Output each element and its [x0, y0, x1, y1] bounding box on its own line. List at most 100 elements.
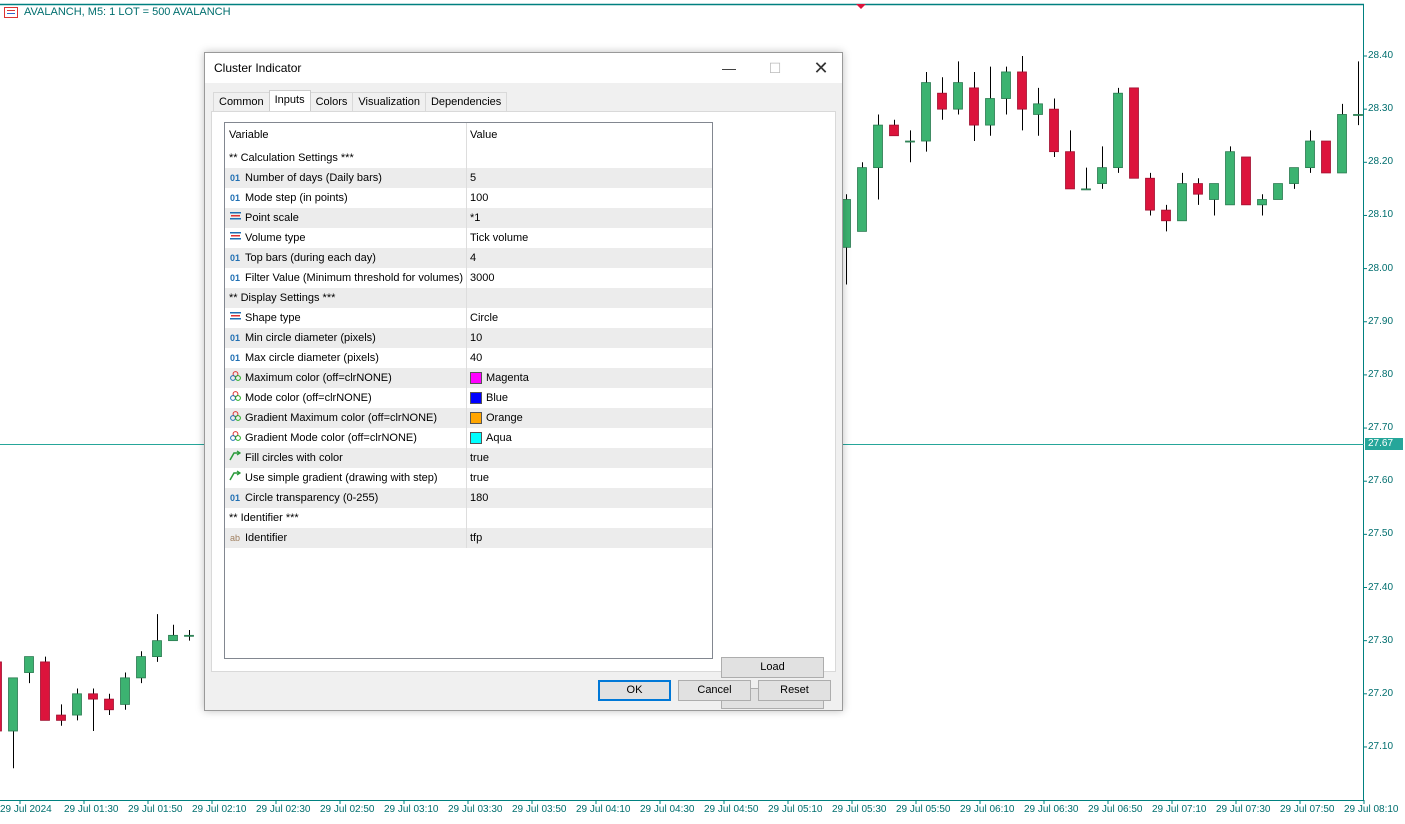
tab-visualization[interactable]: Visualization	[352, 92, 426, 111]
variable-cell: Gradient Maximum color (off=clrNONE)	[225, 408, 467, 428]
price-label: 27.70	[1368, 422, 1394, 434]
reset-button[interactable]: Reset	[758, 680, 831, 701]
variable-value[interactable]: *1	[470, 208, 480, 228]
input-row[interactable]: 01 Min circle diameter (pixels) 10	[225, 328, 712, 348]
variable-value[interactable]: 40	[470, 348, 482, 368]
value-cell[interactable]: tfp	[467, 528, 712, 548]
input-row[interactable]: Use simple gradient (drawing with step) t…	[225, 468, 712, 488]
input-row[interactable]: 01 Max circle diameter (pixels) 40	[225, 348, 712, 368]
tab-inputs[interactable]: Inputs	[268, 90, 311, 111]
bool-type-icon	[229, 468, 242, 488]
variable-name: Circle transparency (0-255)	[245, 492, 379, 504]
candle	[72, 688, 82, 721]
input-row[interactable]: Fill circles with color true	[225, 448, 712, 468]
value-cell[interactable]: 5	[467, 168, 712, 188]
input-row[interactable]: Gradient Maximum color (off=clrNONE) Oran…	[225, 408, 712, 428]
input-row[interactable]: ab Identifier tfp	[225, 528, 712, 548]
input-row[interactable]: Volume type Tick volume	[225, 228, 712, 248]
candle	[40, 656, 50, 721]
candle	[1049, 98, 1059, 157]
candle	[1033, 87, 1043, 136]
variable-name: Top bars (during each day)	[245, 252, 376, 264]
value-cell[interactable]: 10	[467, 328, 712, 348]
time-label: 29 Jul 01:50	[128, 804, 183, 815]
input-row[interactable]: 01 Mode step (in points) 100	[225, 188, 712, 208]
section-header-row[interactable]: ** Calculation Settings ***	[225, 148, 712, 168]
variable-value[interactable]: 180	[470, 488, 488, 508]
variable-value[interactable]: Circle	[470, 308, 498, 328]
value-cell[interactable]: Tick volume	[467, 228, 712, 248]
input-row[interactable]: Point scale *1	[225, 208, 712, 228]
variable-value[interactable]: Tick volume	[470, 228, 528, 248]
tab-colors[interactable]: Colors	[309, 92, 354, 111]
candle	[889, 119, 899, 137]
input-row[interactable]: 01 Filter Value (Minimum threshold for vo…	[225, 268, 712, 288]
value-cell[interactable]: Blue	[467, 388, 712, 408]
section-header-row[interactable]: ** Identifier ***	[225, 508, 712, 528]
variable-name: Number of days (Daily bars)	[245, 172, 382, 184]
variable-name: Identifier	[245, 532, 288, 544]
variable-value[interactable]: true	[470, 468, 489, 488]
time-label: 29 Jul 02:50	[320, 804, 375, 815]
column-value[interactable]: Value	[467, 123, 712, 148]
chart-symbol-icon	[4, 6, 18, 18]
variable-name: Min circle diameter (pixels)	[245, 332, 376, 344]
variable-name: Volume type	[245, 232, 306, 244]
minimize-button[interactable]: —	[706, 53, 752, 83]
value-cell[interactable]: 4	[467, 248, 712, 268]
load-button[interactable]: Load	[721, 657, 824, 678]
tab-common[interactable]: Common	[213, 92, 270, 111]
variable-value[interactable]: 3000	[470, 268, 494, 288]
input-row[interactable]: 01 Top bars (during each day) 4	[225, 248, 712, 268]
section-header-row[interactable]: ** Display Settings ***	[225, 288, 712, 308]
column-variable[interactable]: Variable	[225, 123, 467, 148]
input-row[interactable]: Maximum color (off=clrNONE) Magenta	[225, 368, 712, 388]
variable-value[interactable]: 100	[470, 188, 488, 208]
variable-value[interactable]: Orange	[486, 408, 523, 428]
ok-button[interactable]: OK	[598, 680, 671, 701]
tab-dependencies[interactable]: Dependencies	[424, 92, 508, 111]
candle	[937, 77, 947, 120]
value-cell[interactable]: Aqua	[467, 428, 712, 448]
price-label: 27.80	[1368, 368, 1394, 380]
value-cell[interactable]: Circle	[467, 308, 712, 328]
candle	[1225, 146, 1235, 206]
candle	[905, 130, 915, 163]
candle	[88, 688, 98, 732]
value-cell[interactable]: Magenta	[467, 368, 712, 388]
cancel-button[interactable]: Cancel	[678, 680, 751, 701]
value-cell[interactable]: *1	[467, 208, 712, 228]
value-cell[interactable]: true	[467, 448, 712, 468]
input-row[interactable]: Shape type Circle	[225, 308, 712, 328]
candle	[1113, 87, 1123, 173]
input-row[interactable]: 01 Number of days (Daily bars) 5	[225, 168, 712, 188]
variable-value[interactable]: Aqua	[486, 428, 512, 448]
variable-value[interactable]: 4	[470, 248, 476, 268]
candle	[1065, 130, 1075, 190]
shift-marker[interactable]	[856, 4, 866, 9]
variable-value[interactable]: 10	[470, 328, 482, 348]
close-button[interactable]: ✕	[798, 53, 844, 83]
value-cell[interactable]: 40	[467, 348, 712, 368]
price-label: 27.90	[1368, 315, 1394, 327]
value-cell[interactable]: 100	[467, 188, 712, 208]
candle	[1017, 56, 1027, 131]
variable-value[interactable]: 5	[470, 168, 476, 188]
price-label: 27.40	[1368, 581, 1394, 593]
value-cell[interactable]: Orange	[467, 408, 712, 428]
input-row[interactable]: Mode color (off=clrNONE) Blue	[225, 388, 712, 408]
value-cell[interactable]	[467, 148, 712, 168]
value-cell[interactable]: 180	[467, 488, 712, 508]
variable-value[interactable]: Blue	[486, 388, 508, 408]
variable-value[interactable]: tfp	[470, 528, 482, 548]
value-cell[interactable]: true	[467, 468, 712, 488]
variable-value[interactable]: true	[470, 448, 489, 468]
variable-value[interactable]: Magenta	[486, 368, 529, 388]
variable-cell: 01 Mode step (in points)	[225, 188, 467, 208]
value-cell[interactable]	[467, 508, 712, 528]
value-cell[interactable]: 3000	[467, 268, 712, 288]
candle	[857, 162, 867, 232]
input-row[interactable]: Gradient Mode color (off=clrNONE) Aqua	[225, 428, 712, 448]
input-row[interactable]: 01 Circle transparency (0-255) 180	[225, 488, 712, 508]
value-cell[interactable]	[467, 288, 712, 308]
